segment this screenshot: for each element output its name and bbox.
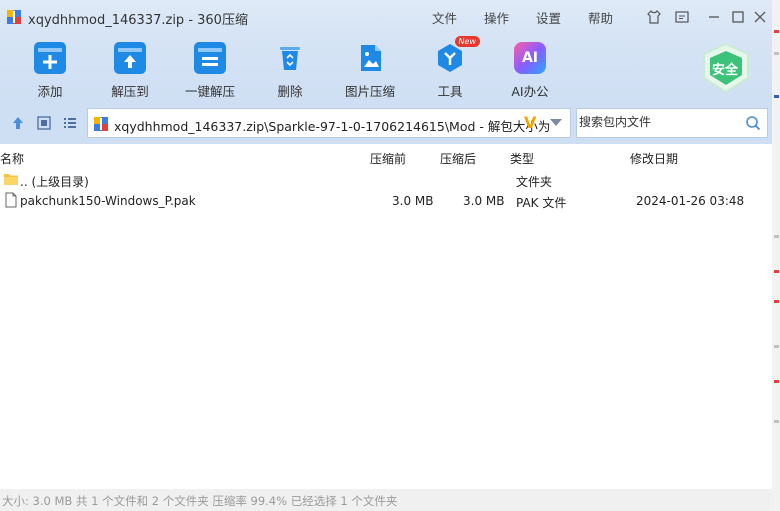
search-box[interactable] — [576, 108, 768, 138]
edge-mark — [774, 300, 779, 303]
close-icon[interactable] — [751, 8, 769, 26]
row-packed: 3.0 MB — [392, 194, 434, 208]
one-click-extract-icon — [194, 42, 226, 74]
delete-label: 删除 — [277, 84, 303, 99]
edge-mark — [774, 95, 779, 98]
tools-label: 工具 — [437, 84, 463, 99]
edge-mark — [774, 420, 779, 423]
row-name: pakchunk150-Windows_P.pak — [20, 194, 196, 208]
title-bar: xqydhhmod_146337.zip - 360压缩 文件 操作 设置 帮助 — [0, 0, 772, 34]
one-click-extract-button[interactable]: 一键解压 — [174, 40, 246, 99]
edge-mark — [774, 52, 779, 55]
menu-actions[interactable]: 操作 — [484, 8, 509, 27]
delete-button[interactable]: 删除 — [254, 40, 326, 99]
table-row[interactable]: .. (上级目录) 文件夹 — [0, 170, 772, 190]
edge-mark — [774, 235, 779, 238]
folder-icon — [4, 174, 18, 185]
row-name: .. (上级目录) — [20, 175, 89, 189]
ai-office-button[interactable]: AI AI办公 — [494, 40, 566, 99]
minimize-icon[interactable] — [705, 8, 723, 26]
extract-to-button[interactable]: 解压到 — [94, 40, 166, 99]
search-icon[interactable] — [745, 115, 761, 131]
vip-v-icon[interactable]: V — [524, 113, 536, 132]
row-size: 3.0 MB — [463, 194, 505, 208]
tools-hexagon-icon: New — [434, 36, 480, 74]
up-arrow-icon[interactable] — [10, 115, 26, 131]
file-list-header: 名称 压缩前 压缩后 类型 修改日期 — [0, 145, 772, 169]
menu-help[interactable]: 帮助 — [588, 8, 613, 27]
ai-office-label: AI办公 — [511, 84, 549, 99]
edge-mark — [774, 345, 779, 348]
edge-mark — [774, 30, 779, 33]
image-compress-label: 图片压缩 — [344, 84, 395, 99]
address-bar[interactable]: xqydhhmod_146337.zip\Sparkle-97-1-0-1706… — [87, 108, 571, 138]
window-edge-strip — [772, 0, 780, 511]
image-compress-button[interactable]: 图片压缩 — [334, 40, 406, 99]
row-type: 文件夹 — [516, 175, 553, 189]
edge-mark — [774, 380, 779, 383]
thumbnail-view-icon[interactable] — [36, 115, 52, 131]
row-type: PAK 文件 — [516, 196, 567, 210]
file-icon — [5, 192, 17, 208]
skin-shirt-icon[interactable] — [645, 8, 663, 26]
extract-folder-icon — [114, 42, 146, 74]
extract-to-label: 解压到 — [111, 84, 149, 99]
address-dropdown-icon[interactable] — [550, 119, 562, 126]
status-bar: 大小: 3.0 MB 共 1 个文件和 2 个文件夹 压缩率 99.4% 已经选… — [0, 489, 772, 511]
security-shield-badge[interactable]: 安全 — [698, 42, 754, 94]
zip-archive-icon — [94, 117, 108, 131]
one-click-extract-label: 一键解压 — [184, 84, 235, 99]
column-size[interactable]: 压缩后 — [440, 150, 476, 167]
edge-mark — [774, 270, 779, 273]
column-modified[interactable]: 修改日期 — [630, 150, 678, 167]
add-label: 添加 — [37, 84, 63, 99]
menu-settings[interactable]: 设置 — [536, 8, 561, 27]
tools-button[interactable]: New 工具 — [414, 36, 486, 99]
address-path: xqydhhmod_146337.zip\Sparkle-97-1-0-1706… — [114, 119, 551, 134]
add-archive-icon — [34, 42, 66, 74]
list-view-icon[interactable] — [62, 115, 78, 131]
zip-archive-icon — [7, 10, 21, 24]
window-title: xqydhhmod_146337.zip - 360压缩 — [28, 13, 248, 28]
main-toolbar: 添加 解压到 一键解压 删除 图片压缩 New 工具 AI AI办公 安全 — [0, 34, 772, 102]
row-modified: 2024-01-26 03:48 — [636, 194, 745, 208]
new-badge: New — [454, 36, 480, 47]
table-row[interactable]: pakchunk150-Windows_P.pak 3.0 MB 3.0 MB … — [0, 191, 772, 211]
feedback-icon[interactable] — [673, 8, 691, 26]
image-compress-icon — [354, 42, 386, 74]
menu-file[interactable]: 文件 — [432, 8, 457, 27]
recycle-bin-icon — [274, 42, 306, 74]
safe-label: 安全 — [712, 63, 739, 78]
search-input[interactable] — [579, 115, 739, 129]
status-text: 大小: 3.0 MB 共 1 个文件和 2 个文件夹 压缩率 99.4% 已经选… — [2, 494, 398, 508]
add-button[interactable]: 添加 — [14, 40, 86, 99]
maximize-icon[interactable] — [729, 8, 747, 26]
column-name[interactable]: 名称 — [0, 150, 24, 167]
app-window: xqydhhmod_146337.zip - 360压缩 文件 操作 设置 帮助… — [0, 0, 772, 511]
address-row: xqydhhmod_146337.zip\Sparkle-97-1-0-1706… — [0, 102, 772, 144]
column-packed-size[interactable]: 压缩前 — [370, 150, 406, 167]
ai-glyph: AI — [521, 50, 539, 66]
column-type[interactable]: 类型 — [510, 150, 534, 167]
ai-office-icon: AI — [514, 42, 546, 74]
